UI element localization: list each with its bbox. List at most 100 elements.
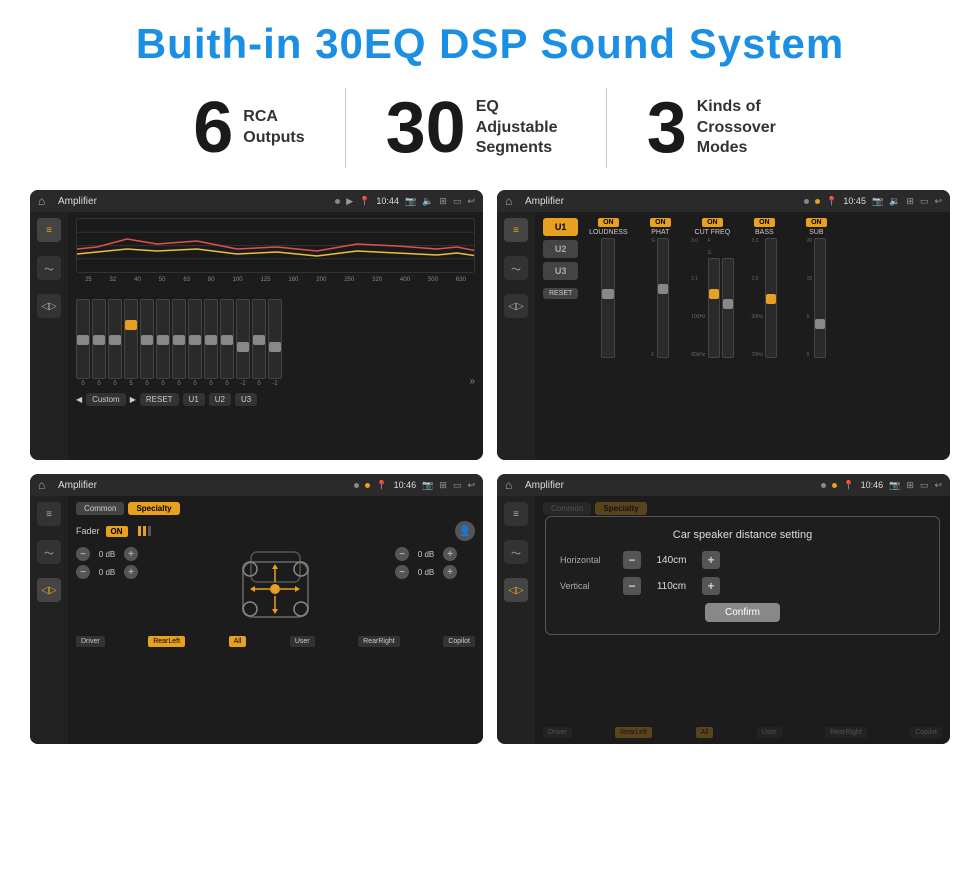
fader-all-button[interactable]: RearLeft — [148, 636, 185, 647]
eq-sidebar-wave-icon[interactable]: 〜 — [37, 256, 61, 280]
vertical-minus-button[interactable]: − — [623, 577, 641, 595]
eq-slider-9[interactable]: 0 — [204, 299, 218, 387]
sub-slider[interactable] — [814, 238, 826, 358]
xover-sidebar-vol-icon[interactable]: ◁▷ — [504, 294, 528, 318]
xover-dot-1 — [804, 199, 809, 204]
db-plus-tl[interactable]: + — [124, 547, 138, 561]
db-plus-bl[interactable]: + — [124, 565, 138, 579]
db-plus-br[interactable]: + — [443, 565, 457, 579]
horizontal-plus-button[interactable]: + — [702, 551, 720, 569]
fader-on-badge[interactable]: ON — [106, 526, 128, 537]
loudness-slider[interactable] — [601, 238, 615, 358]
dist-back-icon: ↩ — [934, 480, 942, 491]
left-db-controls: − 0 dB + − 0 dB + — [76, 547, 156, 632]
eq-custom-button[interactable]: Custom — [86, 393, 126, 406]
fader-window-icon: ▭ — [453, 480, 462, 491]
dist-home-icon: ⌂ — [505, 478, 519, 492]
xover-u2-button[interactable]: U2 — [543, 240, 578, 258]
tab-common-button[interactable]: Common — [76, 502, 124, 515]
eq-slider-11[interactable]: -1 — [236, 299, 250, 387]
dist-sidebar-vol-icon[interactable]: ◁▷ — [504, 578, 528, 602]
db-minus-tr[interactable]: − — [395, 547, 409, 561]
loudness-on-badge[interactable]: ON — [598, 218, 619, 227]
eq-slider-2[interactable]: 0 — [92, 299, 106, 387]
stat-eq-label: EQ AdjustableSegments — [476, 97, 566, 159]
xover-bass-channel: ON BASS 3.0 2.5 90Hz 70Hz — [740, 218, 788, 454]
confirm-button[interactable]: Confirm — [705, 603, 780, 622]
fader-sidebar-wave-icon[interactable]: 〜 — [37, 540, 61, 564]
xover-u1-button[interactable]: U1 — [543, 218, 578, 236]
fader-dot-1 — [354, 483, 359, 488]
phat-label: PHAT — [651, 229, 669, 236]
xover-u3-button[interactable]: U3 — [543, 262, 578, 280]
bass-on-badge[interactable]: ON — [754, 218, 775, 227]
fader-sidebar-vol-icon[interactable]: ◁▷ — [37, 578, 61, 602]
crossover-screen: ⌂ Amplifier 📍 10:45 📷 🔉 ⊞ ▭ ↩ ≡ 〜 ◁▷ — [497, 190, 950, 460]
eq-sliders: 0 0 0 5 — [76, 287, 475, 387]
phat-slider-g[interactable] — [657, 238, 669, 358]
cutfreq-slider-g[interactable] — [722, 258, 734, 358]
eq-u3-button[interactable]: U3 — [235, 393, 257, 406]
eq-next-button[interactable]: ▶ — [130, 395, 136, 404]
cutfreq-on-badge[interactable]: ON — [702, 218, 723, 227]
eq-time: 10:44 — [376, 196, 399, 206]
dist-bg-specialty-tab: Specialty — [595, 502, 646, 515]
vertical-row: Vertical − 110cm + — [560, 577, 925, 595]
dist-sidebar-wave-icon[interactable]: 〜 — [504, 540, 528, 564]
eq-slider-1[interactable]: 0 — [76, 299, 90, 387]
eq-u1-button[interactable]: U1 — [183, 393, 205, 406]
fader-screen: ⌂ Amplifier 📍 10:46 📷 ⊞ ▭ ↩ ≡ 〜 ◁▷ — [30, 474, 483, 744]
eq-slider-5[interactable]: 0 — [140, 299, 154, 387]
horizontal-minus-button[interactable]: − — [623, 551, 641, 569]
dist-dot-2 — [832, 483, 837, 488]
dist-grid-icon: ⊞ — [906, 480, 914, 491]
bass-slider[interactable] — [765, 238, 777, 358]
db-plus-tr[interactable]: + — [443, 547, 457, 561]
db-minus-br[interactable]: − — [395, 565, 409, 579]
fader-text-label: Fader — [76, 526, 100, 536]
dist-sidebar-eq-icon[interactable]: ≡ — [504, 502, 528, 526]
eq-more-icon[interactable]: » — [469, 376, 475, 387]
vertical-plus-button[interactable]: + — [702, 577, 720, 595]
db-minus-tl[interactable]: − — [76, 547, 90, 561]
fader-sidebar-eq-icon[interactable]: ≡ — [37, 502, 61, 526]
phat-on-badge[interactable]: ON — [650, 218, 671, 227]
play-icon: ▶ — [346, 196, 353, 207]
stat-rca-number: 6 — [193, 92, 233, 164]
eq-u2-button[interactable]: U2 — [209, 393, 231, 406]
eq-slider-3[interactable]: 0 — [108, 299, 122, 387]
db-val-bl: 0 dB — [93, 568, 121, 577]
eq-reset-button[interactable]: RESET — [140, 393, 179, 406]
xover-status-bar: ⌂ Amplifier 📍 10:45 📷 🔉 ⊞ ▭ ↩ — [497, 190, 950, 212]
eq-screen: ⌂ Amplifier ▶ 📍 10:44 📷 🔈 ⊞ ▭ ↩ ≡ 〜 ◁▷ — [30, 190, 483, 460]
xover-home-icon: ⌂ — [505, 194, 519, 208]
fader-driver-button[interactable]: Driver — [76, 636, 105, 647]
fader-user-button[interactable]: User — [290, 636, 315, 647]
xover-reset-button[interactable]: RESET — [543, 288, 578, 299]
dist-content: ≡ 〜 ◁▷ Common Specialty Car speaker dist — [497, 496, 950, 744]
eq-slider-4[interactable]: 5 — [124, 299, 138, 387]
cutfreq-slider-f[interactable] — [708, 258, 720, 358]
xover-u-buttons: U1 U2 U3 RESET — [543, 218, 578, 454]
eq-slider-8[interactable]: 0 — [188, 299, 202, 387]
fader-copilot-button[interactable]: Copilot — [443, 636, 475, 647]
stats-row: 6 RCAOutputs 30 EQ AdjustableSegments 3 … — [30, 88, 950, 168]
eq-sidebar-vol-icon[interactable]: ◁▷ — [37, 294, 61, 318]
db-minus-bl[interactable]: − — [76, 565, 90, 579]
eq-sidebar-eq-icon[interactable]: ≡ — [37, 218, 61, 242]
fader-db-row-tr: − 0 dB + — [395, 547, 475, 561]
sub-on-badge[interactable]: ON — [806, 218, 827, 227]
eq-slider-7[interactable]: 0 — [172, 299, 186, 387]
xover-sidebar-eq-icon[interactable]: ≡ — [504, 218, 528, 242]
eq-slider-13[interactable]: -1 — [268, 299, 282, 387]
tab-specialty-button[interactable]: Specialty — [128, 502, 179, 515]
db-val-tl: 0 dB — [93, 550, 121, 559]
fader-indicator — [138, 526, 151, 536]
eq-slider-10[interactable]: 0 — [220, 299, 234, 387]
eq-slider-12[interactable]: 0 — [252, 299, 266, 387]
fader-rearright-button[interactable]: RearRight — [358, 636, 400, 647]
eq-prev-button[interactable]: ◀ — [76, 395, 82, 404]
xover-sidebar-wave-icon[interactable]: 〜 — [504, 256, 528, 280]
fader-rearleft-button[interactable]: All — [229, 636, 247, 647]
eq-slider-6[interactable]: 0 — [156, 299, 170, 387]
